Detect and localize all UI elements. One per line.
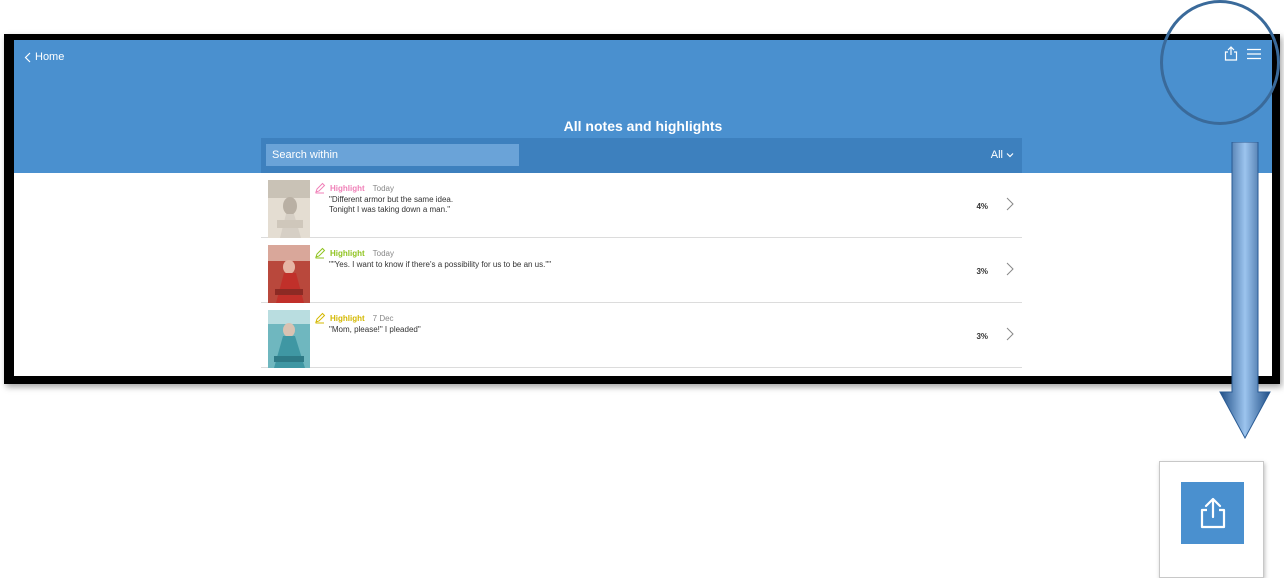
app-screen: Home All notes and highlights Search wit… <box>14 40 1272 376</box>
book-cover-image <box>268 245 310 303</box>
chevron-left-icon <box>24 52 31 62</box>
book-cover-image <box>268 310 310 368</box>
progress-percent: 4% <box>976 202 988 211</box>
book-cover-image <box>268 180 310 238</box>
highlight-header: Highlight Today <box>314 247 394 259</box>
highlight-text: ""Yes. I want to know if there's a possi… <box>329 260 552 269</box>
app-window-frame: Home All notes and highlights Search wit… <box>4 34 1280 384</box>
search-input[interactable]: Search within <box>266 144 519 166</box>
chevron-right-icon <box>1006 197 1014 211</box>
highlight-header: Highlight 7 Dec <box>314 312 394 324</box>
header-banner: Home All notes and highlights Search wit… <box>14 40 1272 173</box>
highlight-date: Today <box>372 183 395 193</box>
highlight-row[interactable]: Highlight Today ""Yes. I want to know if… <box>261 238 1022 303</box>
chevron-right-icon <box>1006 327 1014 341</box>
highlighter-pen-icon <box>315 182 326 194</box>
share-button-zoom <box>1159 461 1264 578</box>
highlight-row[interactable]: Highlight Today "Different armor but the… <box>261 173 1022 238</box>
highlight-date: Today <box>372 248 395 258</box>
highlight-row[interactable]: Highlight 7 Dec "Mom, please!" I pleaded… <box>261 303 1022 368</box>
filter-dropdown[interactable]: All <box>991 149 1014 161</box>
chevron-right-icon <box>1006 262 1014 276</box>
progress-percent: 3% <box>976 332 988 341</box>
highlight-date: 7 Dec <box>372 313 394 323</box>
highlighter-pen-icon <box>315 312 326 324</box>
highlight-type: Highlight <box>330 248 365 258</box>
annotation-arrow-down <box>1219 142 1271 440</box>
highlighter-pen-icon <box>315 247 326 259</box>
highlight-header: Highlight Today <box>314 182 394 194</box>
highlight-text: "Different armor but the same idea. Toni… <box>329 195 454 214</box>
highlight-type: Highlight <box>330 313 365 323</box>
search-bar: Search within All <box>261 138 1022 173</box>
back-label: Home <box>35 51 65 63</box>
share-button-enlarged[interactable] <box>1181 482 1244 544</box>
annotation-circle <box>1160 0 1280 125</box>
filter-label: All <box>990 149 1003 161</box>
page-title: All notes and highlights <box>563 118 723 134</box>
progress-percent: 3% <box>976 267 988 276</box>
share-icon <box>1200 497 1225 529</box>
back-home-button[interactable]: Home <box>24 51 64 63</box>
highlight-type: Highlight <box>330 183 365 193</box>
chevron-down-icon <box>1006 153 1014 158</box>
highlight-text: "Mom, please!" I pleaded" <box>329 325 421 334</box>
